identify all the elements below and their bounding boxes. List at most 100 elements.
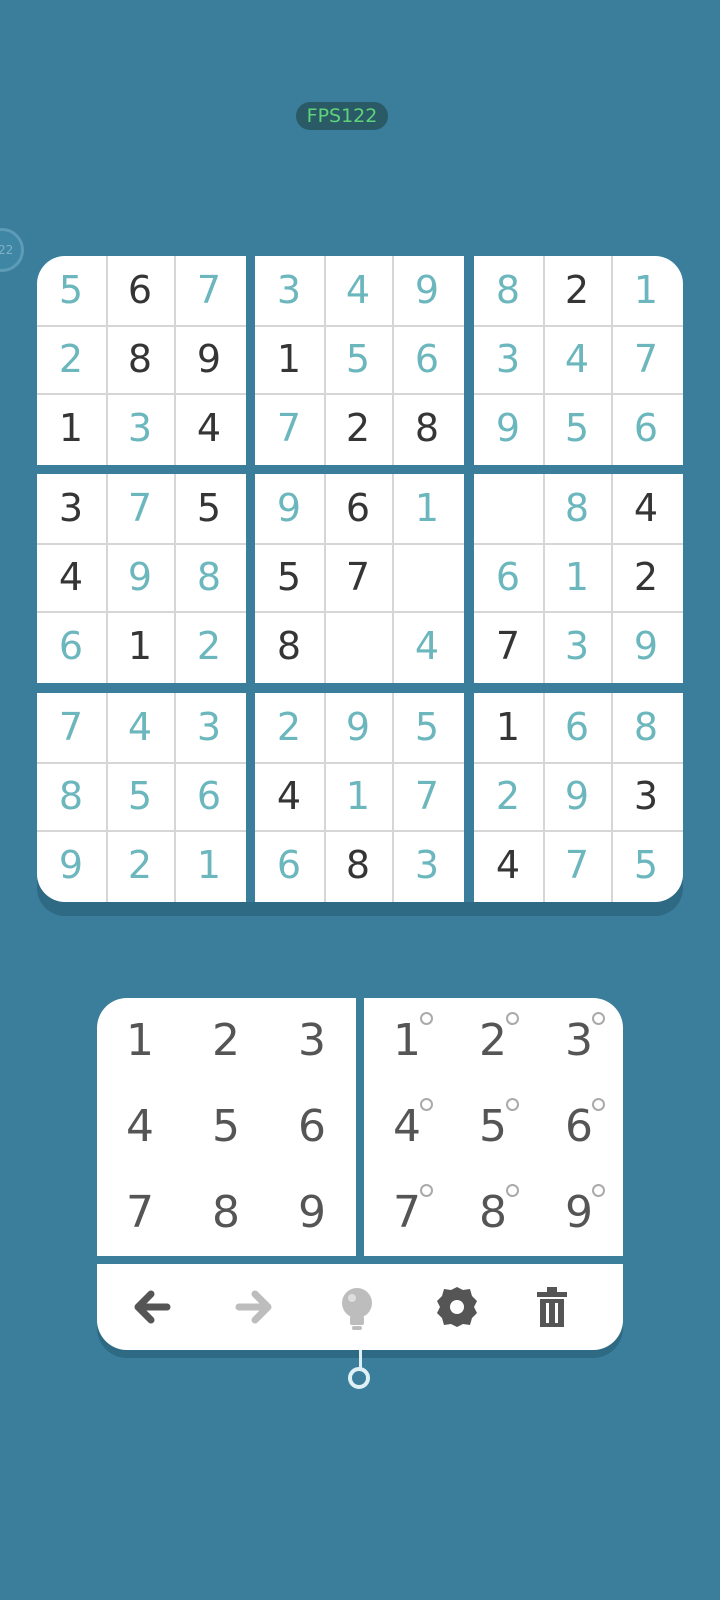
board-cell[interactable]: 3	[473, 324, 543, 394]
board-cell[interactable]: 2	[37, 324, 106, 394]
board-cell[interactable]: 8	[611, 692, 681, 762]
board-cell[interactable]: 4	[473, 830, 543, 900]
board-cell[interactable]: 1	[392, 473, 462, 543]
board-cell[interactable]: 4	[254, 761, 324, 831]
board-cell[interactable]: 4	[323, 256, 393, 325]
board-cell[interactable]: 3	[611, 761, 681, 831]
redo-button[interactable]	[219, 1272, 289, 1342]
board-cell[interactable]: 4	[105, 692, 175, 762]
board-cell[interactable]: 5	[254, 542, 324, 612]
board-cell[interactable]: 3	[174, 692, 244, 762]
board-cell[interactable]: 9	[392, 256, 462, 325]
board-cell[interactable]	[392, 542, 462, 612]
board-cell[interactable]: 6	[37, 611, 106, 681]
board-cell[interactable]: 7	[254, 393, 324, 463]
board-cell[interactable]: 8	[105, 324, 175, 394]
number-key[interactable]: 2	[183, 998, 269, 1084]
board-cell[interactable]: 5	[37, 256, 106, 325]
note-key[interactable]: 1	[364, 998, 450, 1084]
note-key[interactable]: 2	[450, 998, 536, 1084]
board-cell[interactable]	[323, 611, 393, 681]
board-cell[interactable]: 1	[174, 830, 244, 900]
board-cell[interactable]: 9	[611, 611, 681, 681]
board-cell[interactable]: 6	[174, 761, 244, 831]
board-cell[interactable]: 5	[392, 692, 462, 762]
board-cell[interactable]: 7	[542, 830, 612, 900]
board-cell[interactable]: 6	[611, 393, 681, 463]
board-cell[interactable]: 3	[392, 830, 462, 900]
board-cell[interactable]: 9	[174, 324, 244, 394]
board-cell[interactable]: 3	[105, 393, 175, 463]
settings-button[interactable]	[422, 1272, 492, 1342]
board-cell[interactable]: 3	[37, 473, 106, 543]
note-key[interactable]: 3	[536, 998, 622, 1084]
undo-button[interactable]	[117, 1272, 187, 1342]
board-cell[interactable]: 6	[105, 256, 175, 325]
board-cell[interactable]: 4	[611, 473, 681, 543]
number-key[interactable]: 8	[183, 1170, 269, 1256]
board-cell[interactable]: 2	[323, 393, 393, 463]
board-cell[interactable]: 1	[323, 761, 393, 831]
board-cell[interactable]: 7	[611, 324, 681, 394]
board-cell[interactable]: 7	[37, 692, 106, 762]
board-cell[interactable]: 6	[542, 692, 612, 762]
number-key[interactable]: 9	[269, 1170, 355, 1256]
board-cell[interactable]: 8	[174, 542, 244, 612]
board-cell[interactable]: 8	[542, 473, 612, 543]
board-cell[interactable]: 2	[254, 692, 324, 762]
board-cell[interactable]: 4	[542, 324, 612, 394]
board-cell[interactable]: 1	[611, 256, 681, 325]
board-cell[interactable]: 4	[37, 542, 106, 612]
board-cell[interactable]: 8	[392, 393, 462, 463]
board-cell[interactable]: 7	[392, 761, 462, 831]
number-key[interactable]: 1	[97, 998, 183, 1084]
board-cell[interactable]: 9	[37, 830, 106, 900]
board-cell[interactable]: 7	[105, 473, 175, 543]
board-cell[interactable]: 2	[174, 611, 244, 681]
board-cell[interactable]: 3	[254, 256, 324, 325]
board-cell[interactable]: 9	[254, 473, 324, 543]
board-cell[interactable]: 6	[323, 473, 393, 543]
board-cell[interactable]: 9	[105, 542, 175, 612]
board-cell[interactable]: 2	[473, 761, 543, 831]
number-key[interactable]: 5	[183, 1084, 269, 1170]
note-key[interactable]: 6	[536, 1084, 622, 1170]
board-cell[interactable]: 7	[174, 256, 244, 325]
board-cell[interactable]: 6	[473, 542, 543, 612]
board-cell[interactable]: 1	[473, 692, 543, 762]
number-key[interactable]: 4	[97, 1084, 183, 1170]
hint-button[interactable]	[322, 1272, 392, 1342]
note-key[interactable]: 4	[364, 1084, 450, 1170]
board-cell[interactable]: 2	[611, 542, 681, 612]
board-cell[interactable]: 1	[37, 393, 106, 463]
board-cell[interactable]: 1	[254, 324, 324, 394]
delete-button[interactable]	[517, 1272, 587, 1342]
board-cell[interactable]: 5	[611, 830, 681, 900]
number-key[interactable]: 7	[97, 1170, 183, 1256]
board-cell[interactable]: 8	[254, 611, 324, 681]
board-cell[interactable]: 9	[542, 761, 612, 831]
board-cell[interactable]: 1	[105, 611, 175, 681]
board-cell[interactable]: 5	[323, 324, 393, 394]
board-cell[interactable]: 7	[323, 542, 393, 612]
board-cell[interactable]: 5	[174, 473, 244, 543]
board-cell[interactable]: 7	[473, 611, 543, 681]
board-cell[interactable]: 6	[254, 830, 324, 900]
board-cell[interactable]	[473, 473, 543, 543]
board-cell[interactable]: 4	[174, 393, 244, 463]
note-key[interactable]: 9	[536, 1170, 622, 1256]
board-cell[interactable]: 4	[392, 611, 462, 681]
board-cell[interactable]: 8	[473, 256, 543, 325]
board-cell[interactable]: 3	[542, 611, 612, 681]
number-key[interactable]: 3	[269, 998, 355, 1084]
board-cell[interactable]: 8	[323, 830, 393, 900]
number-key[interactable]: 6	[269, 1084, 355, 1170]
board-cell[interactable]: 6	[392, 324, 462, 394]
board-cell[interactable]: 9	[473, 393, 543, 463]
board-cell[interactable]: 2	[542, 256, 612, 325]
note-key[interactable]: 8	[450, 1170, 536, 1256]
board-cell[interactable]: 5	[105, 761, 175, 831]
board-cell[interactable]: 1	[542, 542, 612, 612]
board-cell[interactable]: 5	[542, 393, 612, 463]
board-cell[interactable]: 2	[105, 830, 175, 900]
